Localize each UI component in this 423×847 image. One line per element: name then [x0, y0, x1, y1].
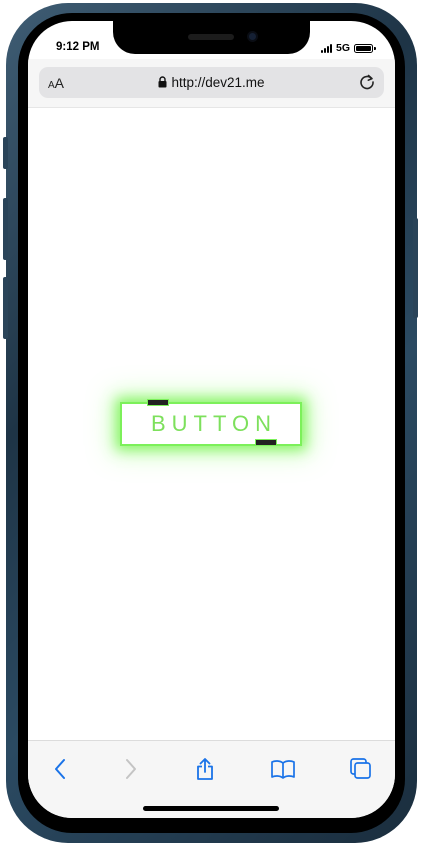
back-icon — [55, 759, 65, 779]
volume-down-button — [3, 277, 8, 339]
battery-level — [356, 45, 371, 51]
front-camera — [247, 31, 258, 42]
home-indicator[interactable] — [143, 806, 279, 811]
browser-address-area: AA http://dev21.me — [28, 59, 395, 108]
back-button[interactable] — [45, 756, 75, 782]
network-type: 5G — [335, 42, 350, 54]
tabs-button[interactable] — [346, 756, 376, 782]
status-indicators: 5G — [320, 42, 376, 54]
forward-button[interactable] — [116, 756, 146, 782]
mute-switch — [3, 137, 8, 169]
tabs-icon — [350, 758, 371, 779]
neon-button[interactable]: BUTTON — [120, 399, 302, 446]
notch — [113, 21, 310, 54]
bookmarks-button[interactable] — [268, 756, 298, 782]
phone-screen: 9:12 PM 5G AA http://dev21.me BUTTON — [28, 21, 395, 818]
lock-icon — [158, 76, 167, 91]
reload-icon[interactable] — [358, 73, 376, 96]
status-time: 9:12 PM — [56, 41, 100, 53]
browser-toolbar — [28, 740, 395, 818]
url-text: http://dev21.me — [171, 75, 265, 90]
volume-up-button — [3, 198, 8, 260]
share-button[interactable] — [190, 756, 220, 782]
speaker-grille — [188, 34, 234, 40]
power-button — [413, 218, 418, 318]
button-label: BUTTON — [150, 411, 278, 436]
decorative-bar-bottom — [255, 439, 277, 446]
forward-icon — [126, 759, 136, 779]
share-icon — [197, 758, 213, 780]
url-display[interactable]: http://dev21.me — [39, 75, 384, 91]
address-bar[interactable]: AA http://dev21.me — [39, 67, 384, 98]
bookmarks-icon — [271, 760, 295, 779]
battery-icon — [354, 43, 376, 53]
decorative-bar-top — [147, 399, 169, 406]
web-page: BUTTON — [28, 108, 395, 740]
signal-icon — [320, 43, 332, 53]
